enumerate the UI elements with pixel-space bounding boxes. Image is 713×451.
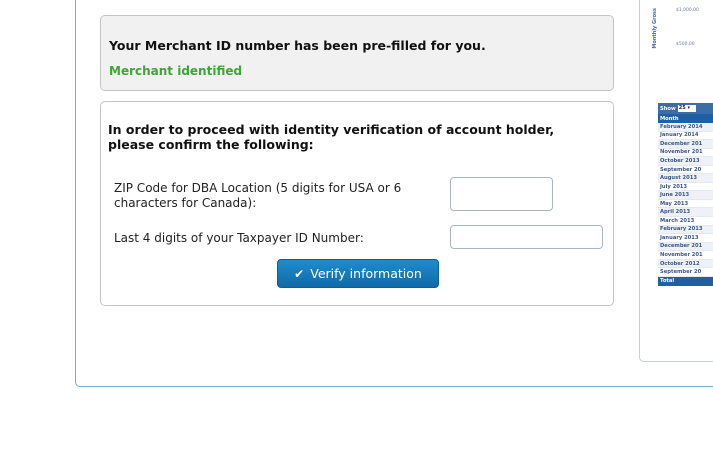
table-row: December 201 — [658, 140, 713, 149]
merchant-status-text: Merchant identified — [109, 64, 243, 78]
chart-tick-label: $1,000,00 — [676, 8, 699, 13]
table-row: February 2014 — [658, 123, 713, 132]
table-row: September 20 — [658, 268, 713, 277]
table-row: January 2013 — [658, 234, 713, 243]
table-row: June 2013 — [658, 191, 713, 200]
table-header-month[interactable]: Month — [658, 114, 713, 123]
chart-y-axis-label: Monthly Gross — [652, 8, 658, 49]
table-body: February 2014 January 2014 December 201 Nov… — [658, 123, 713, 277]
chart-tick-label: $500,00 — [676, 42, 695, 47]
table-total-row: Total — [658, 276, 713, 286]
verify-information-button[interactable]: ✔ Verify information — [277, 259, 439, 288]
merchant-prefill-message: Your Merchant ID number has been pre-fil… — [109, 38, 486, 53]
table-row: February 2013 — [658, 225, 713, 235]
table-row: July 2013 — [658, 183, 713, 192]
zip-code-label: ZIP Code for DBA Location (5 digits for … — [114, 181, 402, 210]
show-label: Show — [660, 105, 676, 112]
table-row: December 201 — [658, 242, 713, 252]
taxpayer-id-label: Last 4 digits of your Taxpayer ID Number… — [114, 231, 364, 245]
identity-verification-panel: In order to proceed with identity verifi… — [100, 101, 614, 306]
monthly-gross-side-panel: Monthly Gross $1,000,00 $500,00 Show 25 … — [639, 0, 713, 362]
zip-code-input[interactable] — [450, 177, 553, 211]
taxpayer-id-input[interactable] — [450, 225, 603, 249]
table-row: November 201 — [658, 149, 713, 158]
monthly-table: Show 25 ▾ Month February 2014 January 201… — [658, 103, 713, 286]
table-row: March 2013 — [658, 217, 713, 226]
table-row: April 2013 — [658, 208, 713, 218]
table-row: October 2013 — [658, 157, 713, 166]
table-row: January 2014 — [658, 132, 713, 141]
rows-per-page-select[interactable]: 25 ▾ — [677, 105, 696, 112]
table-row: October 2012 — [658, 259, 713, 269]
verify-button-label: Verify information — [310, 266, 422, 281]
table-row: May 2013 — [658, 200, 713, 209]
check-icon: ✔ — [294, 266, 305, 281]
verification-heading: In order to proceed with identity verifi… — [108, 122, 555, 152]
merchant-id-panel: Your Merchant ID number has been pre-fil… — [100, 15, 614, 91]
table-row: November 201 — [658, 251, 713, 260]
table-row: September 20 — [658, 166, 713, 175]
table-row: August 2013 — [658, 174, 713, 183]
table-show-row: Show 25 ▾ — [658, 103, 713, 114]
